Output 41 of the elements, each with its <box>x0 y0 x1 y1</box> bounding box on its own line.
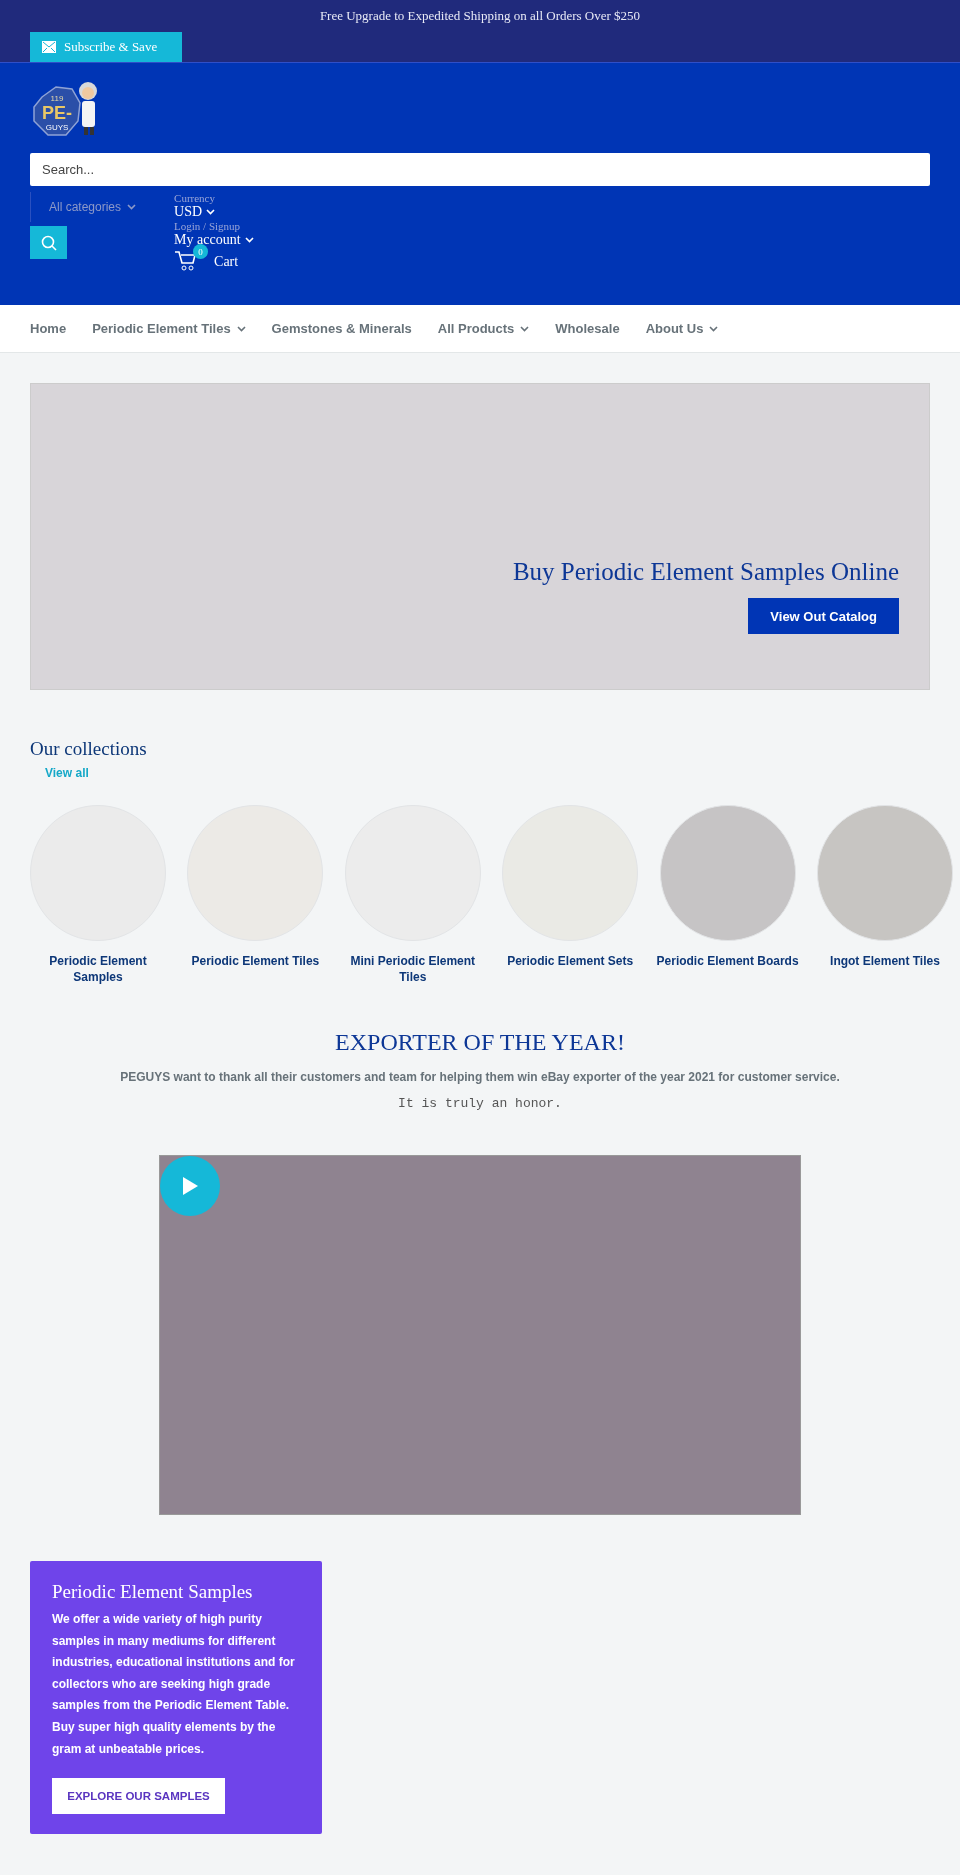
exporter-note: It is truly an honor. <box>398 1096 562 1111</box>
search-button[interactable] <box>30 226 67 259</box>
nav-link[interactable]: Home <box>30 321 67 336</box>
login-link[interactable]: Login / Signup <box>174 220 254 232</box>
section-title: EXPORTER OF THE YEAR! <box>335 1029 625 1056</box>
collection-name[interactable]: Mini Periodic Element Tiles <box>337 953 488 985</box>
play-icon <box>181 1176 199 1196</box>
chevron-down-icon <box>709 325 719 332</box>
currency-label: Currency <box>174 192 216 204</box>
catalog-button[interactable]: View Out Catalog <box>748 598 899 634</box>
nav-link[interactable]: Gemstones & Minerals <box>271 321 412 336</box>
search-field[interactable]: Search... <box>30 153 930 186</box>
collection-name[interactable]: Periodic Element Boards <box>652 953 803 969</box>
cart-count: 0 <box>193 244 209 259</box>
chevron-down-icon <box>206 209 216 215</box>
chevron-down-icon <box>236 325 246 332</box>
play-button[interactable] <box>160 1156 220 1216</box>
collection-name[interactable]: Periodic Element Tiles <box>180 953 331 969</box>
promo-text: We offer a wide variety of high purity samples in many mediums for different industries, educational institutions and for collectors who are seeking high grade samples from the Periodic Element Table. Buy super high quality elements by the gram at unbeatable prices. <box>52 1611 296 1758</box>
nav-link[interactable]: About Us <box>645 321 719 336</box>
logo[interactable]: 119 PE- GUYS <box>30 77 102 149</box>
chevron-down-icon <box>244 237 254 243</box>
collection-name[interactable]: Periodic Element Samples <box>23 953 173 985</box>
chevron-down-icon <box>127 204 137 210</box>
mail-icon <box>42 41 56 53</box>
announcement-text: Free Upgrade to Expedited Shipping on all Orders Over $250 <box>318 8 642 24</box>
exporter-text: PEGUYS want to thank all their customers and team for helping them win eBay exporter of the year 2021 for customer service. <box>120 1070 840 1084</box>
chevron-down-icon <box>520 325 530 332</box>
nav-link[interactable]: Periodic Element Tiles <box>92 321 246 336</box>
currency-select[interactable]: USD <box>174 204 254 220</box>
collection-name[interactable]: Ingot Element Tiles <box>809 953 960 969</box>
section-title: Our collections <box>30 738 148 760</box>
hero-title: Buy Periodic Element Samples Online <box>512 558 899 586</box>
nav-link[interactable]: Wholesale <box>555 321 620 336</box>
cart-link[interactable]: Cart <box>214 254 239 270</box>
category-select[interactable]: All categories <box>30 192 145 222</box>
explore-button[interactable]: EXPLORE OUR SAMPLES <box>52 1778 225 1815</box>
collection-name[interactable]: Periodic Element Sets <box>495 953 646 969</box>
promo-title: Periodic Element Samples <box>52 1581 254 1603</box>
nav-link[interactable]: All Products <box>437 321 530 336</box>
search-icon <box>40 234 57 251</box>
